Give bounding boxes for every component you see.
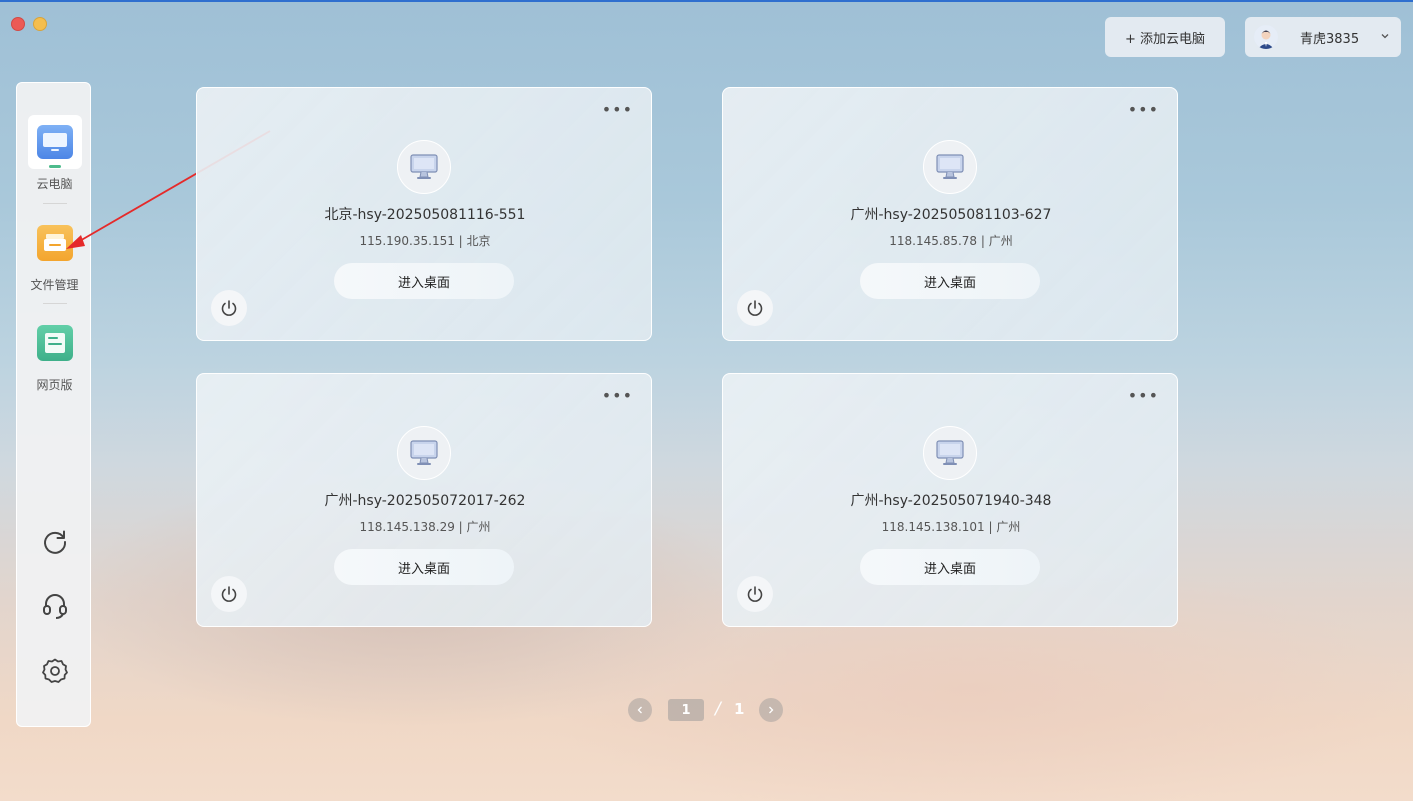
prev-page-button[interactable] (628, 698, 652, 722)
power-icon[interactable] (737, 576, 773, 612)
more-options-icon[interactable]: ••• (1128, 100, 1159, 119)
total-pages: 1 (734, 700, 745, 718)
pc-monitor-icon (923, 140, 977, 194)
cloud-pc-name: 广州-hsy-202505072017-262 (324, 493, 526, 509)
enter-desktop-button[interactable]: 进入桌面 (860, 549, 1040, 585)
enter-desktop-button[interactable]: 进入桌面 (334, 263, 514, 299)
cloud-pc-name: 广州-hsy-202505071940-348 (850, 493, 1052, 509)
power-icon[interactable] (211, 576, 247, 612)
more-options-icon[interactable]: ••• (602, 100, 633, 119)
more-options-icon[interactable]: ••• (1128, 386, 1159, 405)
cloud-pc-card: ••• 广州-hsy-202505071940-348 118.145.138.… (722, 373, 1178, 627)
pc-monitor-icon (397, 140, 451, 194)
cloud-pc-ip: 115.190.35.151 | 北京 (359, 234, 491, 248)
cloud-pc-card: ••• 北京-hsy-202505081116-551 115.190.35.1… (196, 87, 652, 341)
cloud-pc-ip: 118.145.85.78 | 广州 (889, 234, 1013, 248)
cloud-pc-card: ••• 广州-hsy-202505072017-262 118.145.138.… (196, 373, 652, 627)
pc-monitor-icon (397, 426, 451, 480)
next-page-button[interactable] (759, 698, 783, 722)
power-icon[interactable] (737, 290, 773, 326)
enter-desktop-button[interactable]: 进入桌面 (860, 263, 1040, 299)
cloud-pc-ip: 118.145.138.29 | 广州 (359, 520, 491, 534)
current-page[interactable]: 1 (668, 699, 704, 721)
chevron-left-icon (637, 706, 642, 714)
cloud-pc-card: ••• 广州-hsy-202505081103-627 118.145.85.7… (722, 87, 1178, 341)
enter-desktop-button[interactable]: 进入桌面 (334, 549, 514, 585)
cloud-pc-ip: 118.145.138.101 | 广州 (881, 520, 1021, 534)
pc-monitor-icon (923, 426, 977, 480)
page-separator: / (715, 699, 721, 719)
cloud-pc-name: 广州-hsy-202505081103-627 (850, 207, 1052, 223)
chevron-right-icon (769, 706, 774, 714)
more-options-icon[interactable]: ••• (602, 386, 633, 405)
power-icon[interactable] (211, 290, 247, 326)
cloud-pc-name: 北京-hsy-202505081116-551 (324, 207, 526, 223)
